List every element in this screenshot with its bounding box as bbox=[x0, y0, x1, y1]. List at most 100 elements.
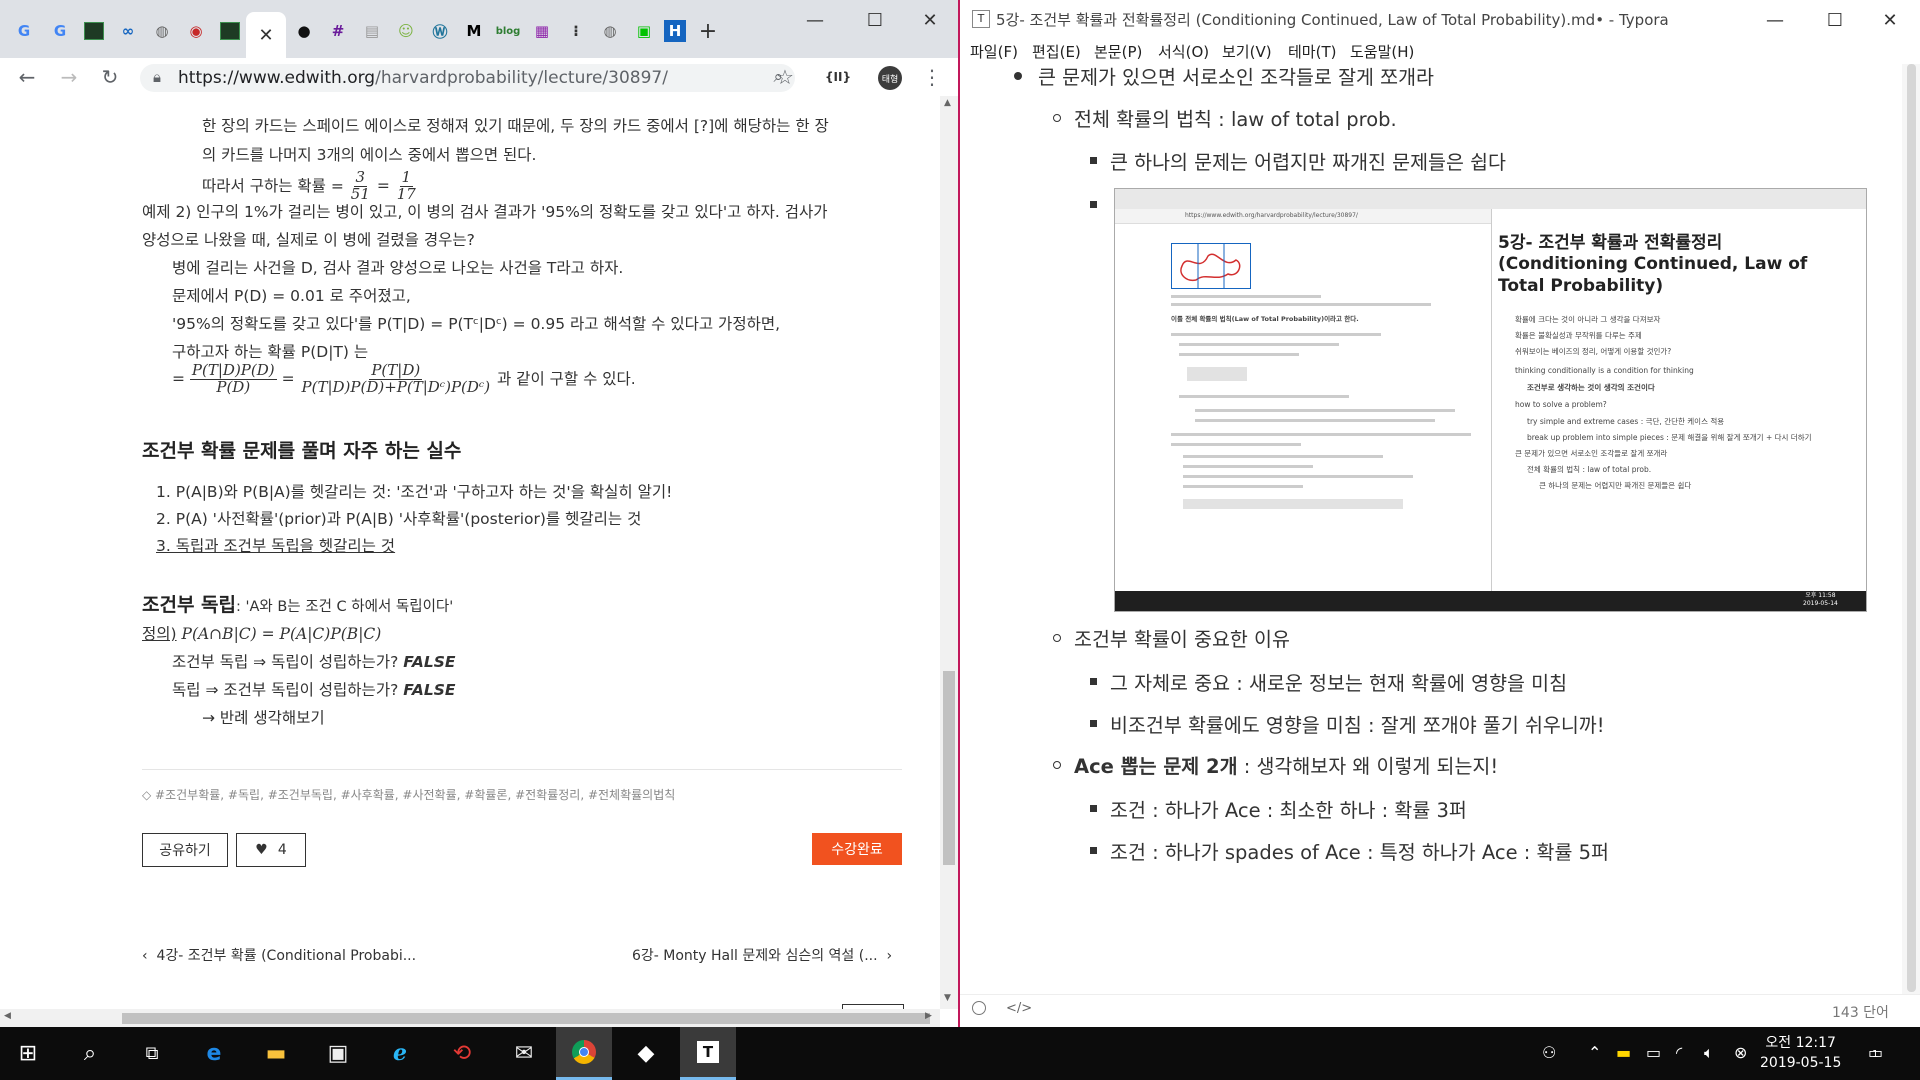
store-icon[interactable]: ▣ bbox=[310, 1027, 366, 1080]
back-icon[interactable]: ← bbox=[12, 62, 42, 92]
tab-globe-1[interactable]: ◍ bbox=[148, 16, 176, 46]
tab-terminal-2[interactable] bbox=[216, 16, 244, 46]
tab-medium[interactable]: M bbox=[460, 16, 488, 46]
menu-view[interactable]: 보기(V) bbox=[1222, 41, 1272, 62]
reload-icon[interactable]: ↻ bbox=[95, 62, 125, 92]
embedded-url: https://www.edwith.org/harvardprobabilit… bbox=[1185, 212, 1358, 219]
taskbar-clock[interactable]: 오전 12:17 2019-05-15 bbox=[1760, 1033, 1841, 1073]
chrome-window: G G ∞ ◍ ◉ ✕ ● # ▤ ☺ Ⓦ M blog ▦ ⁝ ◍ ▣ H +… bbox=[0, 0, 960, 1027]
tab-hashnode[interactable]: H bbox=[664, 20, 686, 42]
embedded-bullet: 큰 문제가 있으면 서로소인 조각들로 잘게 쪼개라 bbox=[1515, 449, 1668, 458]
forward-icon[interactable]: → bbox=[54, 62, 84, 92]
tab-doc[interactable]: ▤ bbox=[358, 16, 386, 46]
like-button[interactable]: ♥ 4 bbox=[236, 833, 306, 867]
typora-scroll-thumb[interactable] bbox=[1907, 64, 1916, 992]
scroll-left-icon[interactable]: ◀ bbox=[4, 1011, 11, 1021]
tab-google-1[interactable]: G bbox=[10, 16, 38, 46]
typora-minimize-icon[interactable]: — bbox=[1755, 8, 1795, 32]
edge-icon[interactable]: e bbox=[186, 1027, 242, 1080]
tab-dots[interactable]: ⁝ bbox=[562, 16, 590, 46]
tab-wordpress[interactable]: Ⓦ bbox=[426, 16, 454, 46]
typora-taskbar-icon[interactable]: T bbox=[680, 1027, 736, 1080]
kakaotalk-icon[interactable]: ▬ bbox=[1616, 1043, 1631, 1062]
menu-help[interactable]: 도움말(H) bbox=[1350, 41, 1414, 62]
maximize-icon[interactable]: ☐ bbox=[855, 8, 895, 32]
complete-button[interactable]: 수강완료 bbox=[812, 833, 902, 865]
typora-scrollbar[interactable] bbox=[1902, 64, 1920, 994]
tab-line[interactable]: ▣ bbox=[630, 16, 658, 46]
vertical-scroll-thumb[interactable] bbox=[943, 671, 955, 865]
volume-icon[interactable]: 🔈︎ bbox=[1704, 1043, 1714, 1063]
extension-icon[interactable]: {II} bbox=[823, 62, 853, 92]
typora-close-icon[interactable]: ✕ bbox=[1870, 8, 1910, 32]
new-tab-button[interactable]: + bbox=[694, 16, 722, 46]
tab-smile[interactable]: ☺ bbox=[392, 16, 420, 46]
chrome-taskbar-icon[interactable] bbox=[556, 1027, 612, 1080]
prev-lecture-label: 4강- 조건부 확률 (Conditional Probabi... bbox=[156, 948, 417, 964]
embedded-taskbar: 오후 11:58 2019-05-14 bbox=[1115, 591, 1866, 611]
sidebar-toggle-icon[interactable] bbox=[972, 1001, 986, 1015]
minimize-icon[interactable]: — bbox=[795, 8, 835, 32]
ime-icon[interactable]: ⊗ bbox=[1734, 1043, 1747, 1062]
doc-line-condition-2: 조건 : 하나가 spades of Ace : 특정 하나가 Ace : 확률… bbox=[1110, 841, 1609, 864]
profile-avatar[interactable]: 태형 bbox=[878, 66, 902, 90]
tab-active-edwith[interactable]: ✕ bbox=[246, 12, 286, 58]
false-label-2: FALSE bbox=[403, 681, 456, 699]
next-lecture-label: 6강- Monty Hall 문제와 심슨의 역설 (... bbox=[632, 948, 878, 964]
mistake-item-2: 2. P(A) '사전확률'(prior)과 P(A|B) '사후확률'(pos… bbox=[156, 510, 642, 528]
search-taskbar-icon[interactable]: ⌕ bbox=[62, 1027, 118, 1080]
next-lecture-link[interactable]: 6강- Monty Hall 문제와 심슨의 역설 (... › bbox=[632, 945, 892, 965]
tab-google-2[interactable]: G bbox=[46, 16, 74, 46]
example2-line5: '95%의 정확도를 갖고 있다'를 P(T|D) = P(Tᶜ|Dᶜ) = 0… bbox=[172, 315, 781, 333]
more-menu-icon[interactable]: ⋮ bbox=[917, 62, 947, 92]
example2-line6: 구하고자 하는 확률 P(D|T) 는 bbox=[172, 343, 369, 361]
prev-lecture-link[interactable]: ‹ 4강- 조건부 확률 (Conditional Probabi... bbox=[142, 945, 416, 965]
tab-game[interactable]: ◉ bbox=[182, 16, 210, 46]
horizontal-scroll-thumb[interactable] bbox=[122, 1013, 930, 1024]
tag-list[interactable]: ◇ #조건부확률, #독립, #조건부독립, #사후확률, #사전확률, #확률… bbox=[142, 786, 675, 803]
people-icon[interactable]: ⚇ bbox=[1542, 1043, 1556, 1062]
menu-format[interactable]: 서식(O) bbox=[1158, 41, 1209, 62]
notification-icon[interactable]: ▭1 bbox=[1868, 1043, 1890, 1062]
ace-problems-bold: Ace 뽑는 문제 2개 bbox=[1074, 755, 1238, 778]
address-bar[interactable]: 🔒︎ https://www.edwith.org/harvardprobabi… bbox=[140, 64, 795, 92]
tags-text[interactable]: #조건부확률, #독립, #조건부독립, #사후확률, #사전확률, #확률론,… bbox=[155, 788, 675, 802]
sourcetree-icon[interactable]: ◆ bbox=[618, 1027, 674, 1080]
menu-paragraph[interactable]: 본문(P) bbox=[1094, 41, 1142, 62]
tab-link[interactable]: ∞ bbox=[114, 16, 142, 46]
menu-file[interactable]: 파일(F) bbox=[970, 41, 1018, 62]
menu-theme[interactable]: 테마(T) bbox=[1288, 41, 1336, 62]
tab-github[interactable]: ● bbox=[290, 16, 318, 46]
ie-icon[interactable]: ℯ bbox=[372, 1027, 428, 1080]
file-explorer-icon[interactable]: ▬ bbox=[248, 1027, 304, 1080]
bookmark-star-icon[interactable]: ☆ bbox=[770, 62, 800, 92]
tab-globe-2[interactable]: ◍ bbox=[596, 16, 624, 46]
wifi-icon[interactable]: ◜ bbox=[1676, 1043, 1682, 1062]
mail-icon[interactable]: ✉ bbox=[496, 1027, 552, 1080]
tab-blog[interactable]: blog bbox=[494, 16, 522, 46]
embedded-bullet: 조건부로 생각하는 것이 생각의 조건이다 bbox=[1527, 383, 1655, 392]
scroll-up-icon[interactable]: ▲ bbox=[944, 98, 951, 108]
scroll-right-icon[interactable]: ▶ bbox=[925, 1011, 932, 1021]
word-count[interactable]: 143 단어 bbox=[1832, 1002, 1889, 1022]
chevron-left-icon: ‹ bbox=[142, 948, 157, 964]
tab-terminal-1[interactable] bbox=[80, 16, 108, 46]
start-icon[interactable]: ⊞ bbox=[0, 1027, 56, 1080]
tab-image[interactable]: ▦ bbox=[528, 16, 556, 46]
typora-maximize-icon[interactable]: ☐ bbox=[1815, 8, 1855, 32]
battery-icon[interactable]: ▭ bbox=[1646, 1043, 1661, 1062]
show-hidden-icons[interactable]: ⌃ bbox=[1588, 1043, 1601, 1062]
source-mode-icon[interactable]: </> bbox=[1006, 1001, 1032, 1016]
scroll-down-icon[interactable]: ▼ bbox=[944, 993, 951, 1003]
tab-slack[interactable]: # bbox=[324, 16, 352, 46]
lecture-content: 한 장의 카드는 스페이드 에이스로 정해져 있기 때문에, 두 장의 카드 중… bbox=[0, 96, 940, 1009]
horizontal-scrollbar[interactable]: ◀ ▶ bbox=[0, 1009, 940, 1027]
menu-edit[interactable]: 편집(E) bbox=[1032, 41, 1081, 62]
sync-app-icon[interactable]: ⟲ bbox=[434, 1027, 490, 1080]
close-icon[interactable]: ✕ bbox=[910, 8, 950, 32]
vertical-scrollbar[interactable]: ▲ ▼ bbox=[940, 96, 958, 1009]
embedded-clock: 오후 11:58 2019-05-14 bbox=[1803, 592, 1838, 607]
false-label-1: FALSE bbox=[403, 653, 456, 671]
task-view-icon[interactable]: ⧉ bbox=[124, 1027, 180, 1080]
share-button[interactable]: 공유하기 bbox=[142, 833, 228, 867]
